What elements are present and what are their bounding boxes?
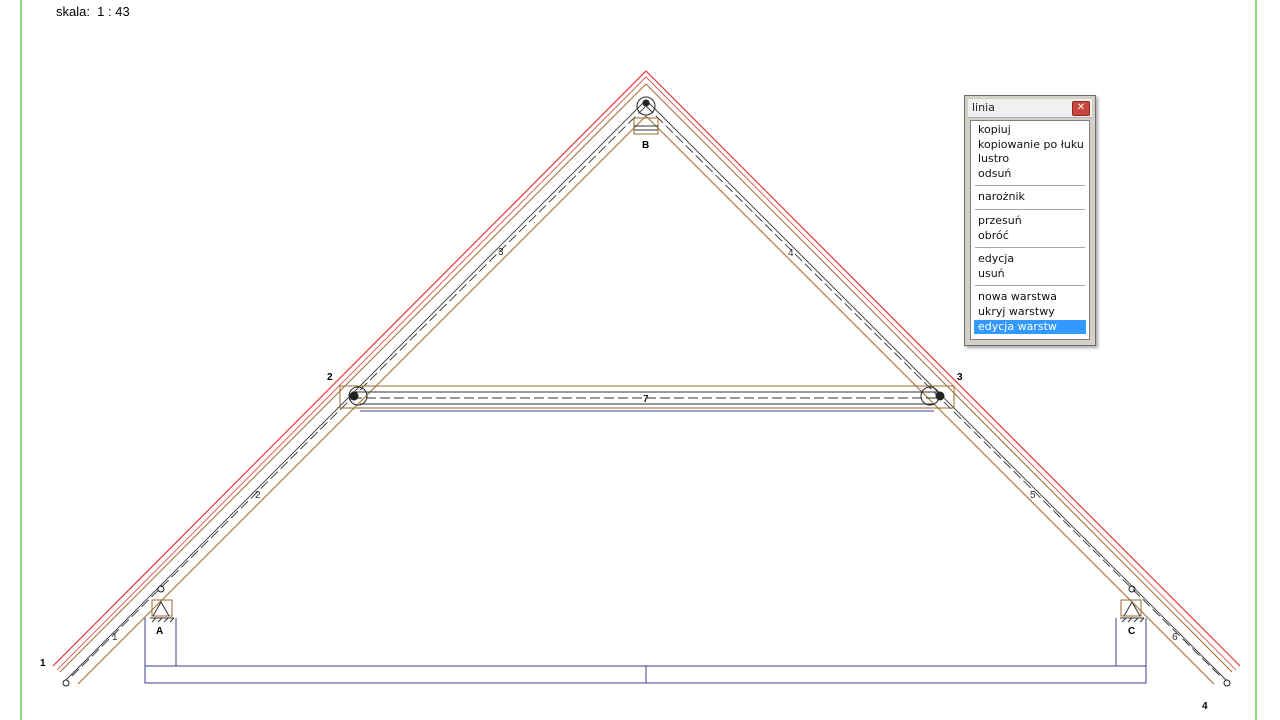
support-label-B: B bbox=[642, 140, 649, 151]
member-label-4: 4 bbox=[788, 248, 794, 259]
menu-item-kopiuj[interactable]: kopiuj bbox=[974, 123, 1086, 138]
rafter-right[interactable] bbox=[645, 83, 1233, 685]
close-icon[interactable]: ✕ bbox=[1072, 101, 1090, 116]
support-label-A: A bbox=[156, 626, 163, 637]
node-label-1: 1 bbox=[40, 658, 46, 669]
menu-item-nowa-warstwa[interactable]: nowa warstwa bbox=[974, 290, 1086, 305]
menu-item-ukryj-warstwy[interactable]: ukryj warstwy bbox=[974, 305, 1086, 320]
node-label-4: 4 bbox=[1202, 701, 1208, 712]
context-menu-list[interactable]: kopiuj kopiowanie po łuku lustro odsuń n… bbox=[970, 120, 1090, 340]
support-B[interactable] bbox=[633, 117, 659, 135]
context-menu-titlebar[interactable]: linia ✕ bbox=[968, 99, 1092, 118]
menu-item-odsun[interactable]: odsuń bbox=[974, 167, 1086, 182]
menu-item-lustro[interactable]: lustro bbox=[974, 152, 1086, 167]
menu-item-naroznik[interactable]: narożnik bbox=[974, 190, 1086, 205]
menu-item-edycja[interactable]: edycja bbox=[974, 252, 1086, 267]
member-label-1: 1 bbox=[112, 632, 118, 643]
menu-item-usun[interactable]: usuń bbox=[974, 267, 1086, 282]
menu-separator bbox=[975, 185, 1085, 187]
menu-item-przesun[interactable]: przesuń bbox=[974, 214, 1086, 229]
node-label-3: 3 bbox=[957, 372, 963, 383]
member-label-2: 2 bbox=[255, 490, 261, 501]
ceiling-frame bbox=[144, 618, 1147, 684]
support-A[interactable] bbox=[150, 599, 175, 623]
menu-item-edycja-warstw[interactable]: edycja warstw bbox=[974, 319, 1086, 335]
rafter-left[interactable] bbox=[59, 83, 647, 685]
menu-item-kopiowanie-po-luku[interactable]: kopiowanie po łuku bbox=[974, 138, 1086, 153]
menu-separator bbox=[975, 285, 1085, 287]
member-label-5: 5 bbox=[1030, 490, 1036, 501]
menu-item-obroc[interactable]: obróć bbox=[974, 229, 1086, 244]
member-label-6: 6 bbox=[1172, 632, 1178, 643]
support-label-C: C bbox=[1128, 626, 1135, 637]
member-label-3: 3 bbox=[498, 247, 504, 258]
context-menu-title: linia bbox=[972, 101, 995, 114]
context-menu-window[interactable]: linia ✕ kopiuj kopiowanie po łuku lustro… bbox=[964, 95, 1096, 346]
menu-separator bbox=[975, 208, 1085, 210]
node-label-2: 2 bbox=[327, 372, 333, 383]
member-label-7: 7 bbox=[643, 394, 649, 405]
menu-separator bbox=[975, 247, 1085, 249]
